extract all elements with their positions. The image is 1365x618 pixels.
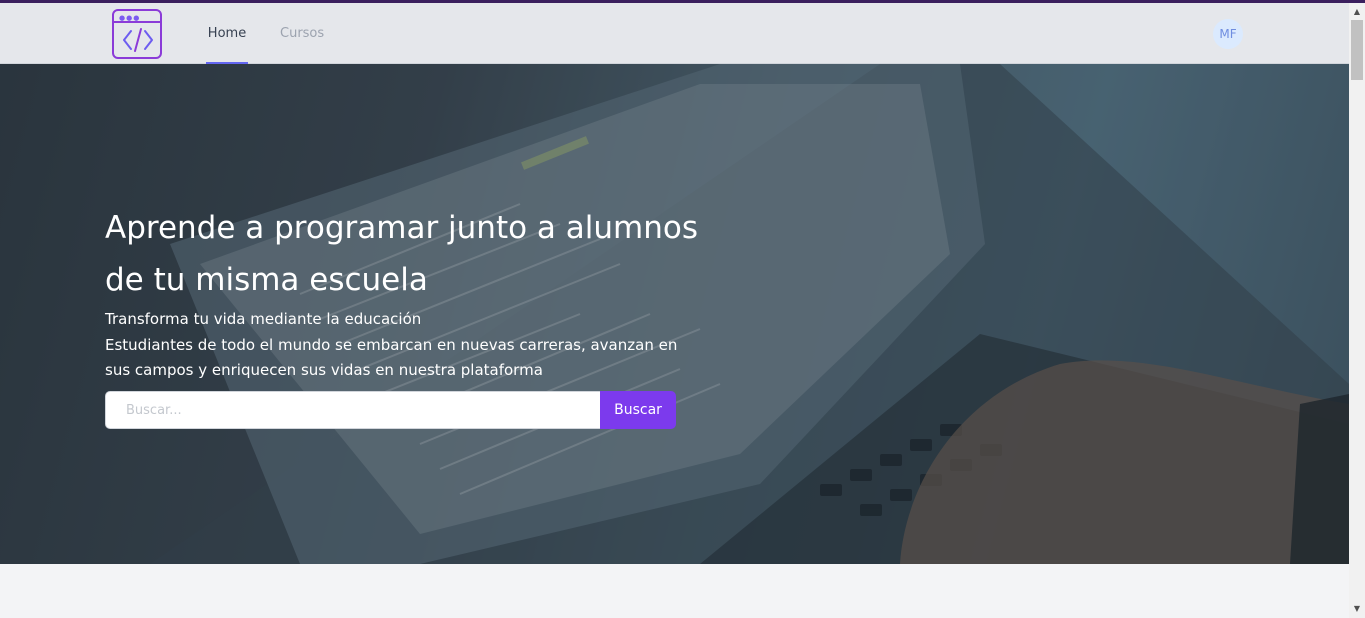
content-area [0, 564, 1349, 618]
hero-subtitle-line-1: Transforma tu vida mediante la educación [105, 310, 422, 328]
search-button[interactable]: Buscar [600, 391, 676, 429]
nav-link-home[interactable]: Home [206, 3, 248, 64]
scroll-up-arrow-icon[interactable]: ▲ [1349, 5, 1365, 19]
scroll-thumb[interactable] [1351, 20, 1363, 80]
code-brackets-icon [123, 28, 153, 52]
window-bar [114, 21, 160, 23]
scroll-down-arrow-icon[interactable]: ▼ [1349, 602, 1365, 616]
hero-title: Aprende a programar junto a alumnos de t… [105, 210, 698, 298]
page-scrollbar[interactable]: ▲ ▼ [1349, 3, 1365, 618]
nav-link-home-label: Home [207, 26, 247, 41]
nav-link-cursos[interactable]: Cursos [280, 3, 324, 64]
hero-subtitle-line-2: Estudiantes de todo el mundo se embarcan… [105, 335, 678, 380]
nav-link-cursos-label: Cursos [280, 26, 325, 41]
navbar: ●●● Home Cursos MF [0, 3, 1349, 64]
search-bar: Buscar [105, 391, 676, 429]
hero-subtitle: Transforma tu vida mediante la educación… [105, 307, 685, 384]
user-avatar[interactable]: MF [1213, 19, 1243, 49]
hero-section: Aprende a programar junto a alumnos de t… [0, 64, 1349, 564]
search-input[interactable] [105, 391, 602, 429]
code-window-icon[interactable]: ●●● [112, 9, 162, 59]
